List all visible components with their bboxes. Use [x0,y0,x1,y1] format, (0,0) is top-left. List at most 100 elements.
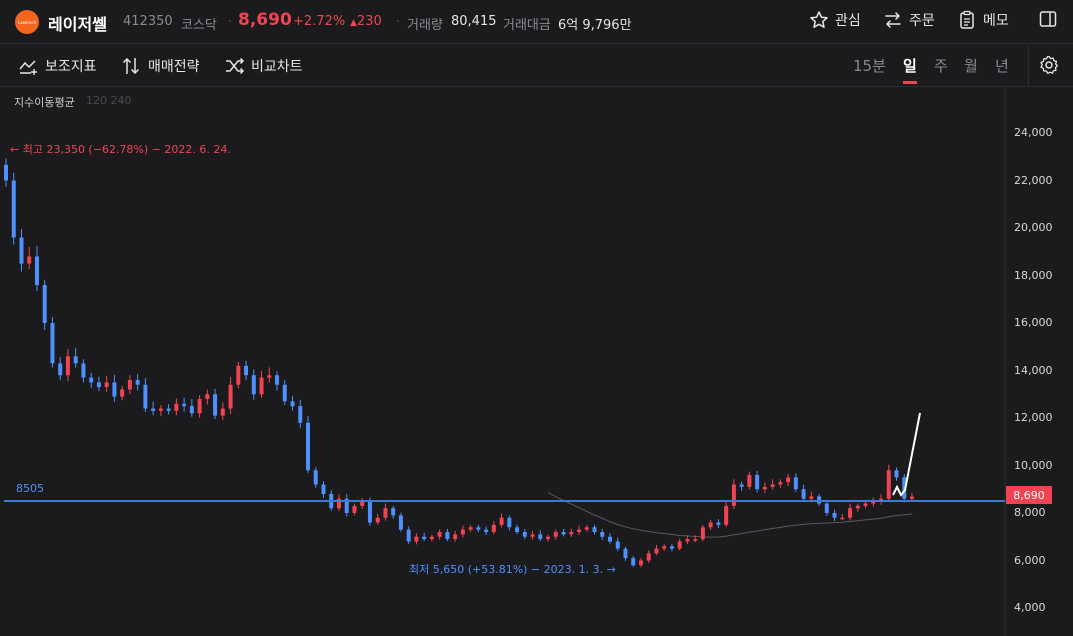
candle-body [375,517,380,523]
candle-body [584,527,589,530]
candle-body [143,384,148,409]
candle-body [855,505,860,509]
separator-dot: · [228,14,232,28]
period-tab-15min[interactable]: 15분 [853,55,886,76]
candle-body [453,534,458,540]
candle-body [352,505,357,513]
panel-toggle-button[interactable] [1039,10,1057,28]
candle-body [546,536,551,540]
up-down-arrows-icon [122,57,140,75]
y-axis-tick: 24,000 [1014,126,1053,139]
stock-name: 레이저쎌 [48,15,107,34]
candle-body [120,389,125,397]
candle-body [158,408,163,411]
candle-body [708,522,713,528]
candle-body [623,548,628,559]
active-period-indicator [903,81,917,84]
candle-body [600,532,605,537]
candle-body [11,180,16,238]
candle-body [259,377,264,395]
candle-body [863,503,868,506]
candle-body [112,382,117,397]
candle-body [801,489,806,499]
period-tab-week[interactable]: 주 [934,55,948,76]
toolbar-divider [1028,45,1029,87]
indicator-button[interactable]: 보조지표 [19,56,97,76]
market-name: 코스닥 [181,18,217,33]
current-price: 8,690 [238,10,292,30]
candle-body [27,256,32,264]
candle-body [499,517,504,525]
compare-label: 비교차트 [251,59,303,75]
candle-body [592,527,597,532]
candle-body [824,503,829,513]
order-label: 주문 [909,13,935,29]
candle-body [515,527,520,532]
company-logo-text: Lasercell [18,19,36,25]
memo-label: 메모 [983,13,1009,29]
candle-body [739,484,744,487]
compare-button[interactable]: 비교차트 [225,56,303,76]
y-axis-tick: 8,000 [1014,506,1046,519]
candle-body [73,356,78,364]
candle-body [65,356,70,376]
y-axis-tick: 20,000 [1014,221,1053,234]
indicator-params: 120 240 [86,94,132,107]
volume-label: 거래량 [407,18,443,33]
y-axis-tick: 12,000 [1014,411,1053,424]
candle-body [809,496,814,499]
candle-body [189,406,194,414]
drawing-annotation-line[interactable] [892,412,921,497]
candle-body [81,363,86,378]
swap-arrows-icon [885,12,901,28]
candle-body [886,470,891,499]
candle-body [406,529,411,542]
star-icon [810,11,828,28]
candle-body [731,484,736,506]
memo-button[interactable]: 메모 [957,10,1009,30]
stock-header: Lasercell 레이저쎌 412350 코스닥 · 8,690 +2.72%… [0,0,1073,44]
stock-code: 412350 [123,14,173,29]
y-axis-tick: 22,000 [1014,173,1053,187]
candle-body [894,470,899,478]
period-tab-day[interactable]: 일 [903,55,917,76]
period-tab-year[interactable]: 년 [995,55,1009,76]
gear-icon [1040,55,1059,75]
candle-body [391,508,396,516]
watch-button[interactable]: 관심 [809,10,861,30]
candle-body [275,375,280,385]
y-axis-tick: 14,000 [1014,363,1053,377]
candle-body [298,406,303,423]
candle-body [429,536,434,540]
reference-line-label: 8505 [16,482,44,495]
watch-label: 관심 [835,13,861,29]
candle-body [476,527,481,530]
candle-body [251,375,256,395]
candle-body [236,365,241,385]
candle-body [34,256,39,285]
indicator-name[interactable]: 지수이동평균 [14,94,75,110]
clipboard-icon [960,10,974,29]
candle-body [569,532,574,535]
volume-value: 80,415 [451,14,497,29]
strategy-button[interactable]: 매매전략 [122,56,200,76]
candle-body [290,401,295,407]
candle-body [422,536,427,540]
candle-body [174,403,179,411]
candle-body [848,508,853,518]
high-annotation: ← 최고 23,350 (−62.78%) − 2022. 6. 24. [10,143,231,156]
y-axis-tick: 4,000 [1014,601,1046,614]
company-logo: Lasercell [15,10,39,34]
change-percent: +2.72% [293,14,346,29]
price-chart[interactable]: 지수이동평균 120 240 ← 최고 23,350 (−62.78%) − 2… [0,88,1073,636]
candle-body [220,408,225,416]
current-price-tag: 8,690 [1006,486,1052,504]
chart-toolbar: 보조지표 매매전략 비교차트 15분 일 주 월 년 [0,45,1073,87]
candle-body [577,529,582,532]
candle-body [669,546,674,549]
order-button[interactable]: 주문 [883,10,935,30]
candle-body [770,484,775,487]
candle-body [197,399,202,414]
period-tab-month[interactable]: 월 [964,55,978,76]
chart-settings-button[interactable] [1039,55,1059,75]
